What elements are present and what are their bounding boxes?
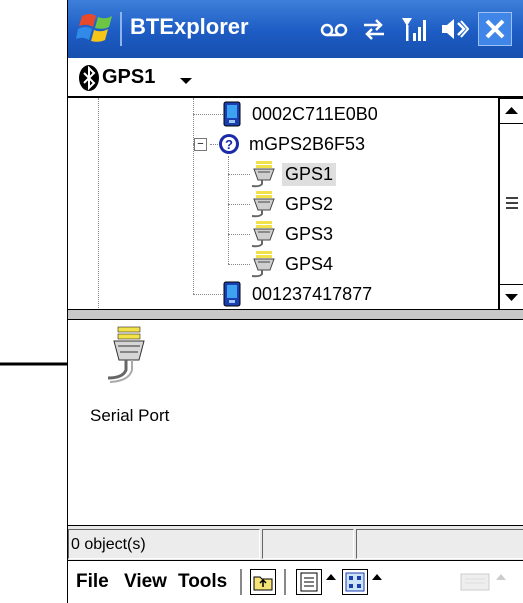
serial-port-icon: [251, 161, 275, 188]
menu-bar: File View Tools: [68, 561, 523, 603]
tree-item-device[interactable]: 001237417877: [223, 280, 375, 308]
tree-line: [228, 174, 250, 175]
status-cell-empty: [356, 529, 523, 559]
up-folder-icon: [253, 576, 273, 591]
pda-device-icon: [223, 101, 241, 127]
content-pane[interactable]: Serial Port: [68, 320, 523, 525]
tree-item-label: GPS3: [285, 223, 334, 244]
scroll-up-button[interactable]: [499, 98, 523, 124]
tree-item-label: GPS1: [282, 162, 337, 186]
pda-device-icon: [223, 281, 241, 307]
device-tree[interactable]: 0002C711E0B0 − ? mGPS2B6F53 GPS1 GPS2 GP…: [68, 98, 523, 310]
keyboard-icon[interactable]: [460, 571, 490, 593]
tree-line: [228, 264, 250, 265]
close-icon: [485, 19, 505, 39]
title-bar: BTExplorer: [68, 0, 523, 58]
pane-splitter[interactable]: [68, 310, 523, 320]
windows-flag-icon[interactable]: [76, 10, 116, 48]
tree-line: [193, 114, 223, 115]
selected-device-label: GPS1: [102, 66, 156, 88]
serial-port-icon: [107, 326, 145, 383]
menu-separator: [284, 569, 286, 595]
tree-item-port[interactable]: GPS3: [250, 220, 336, 248]
serial-port-label: Serial Port: [90, 406, 170, 425]
tree-item-label: GPS2: [285, 193, 334, 214]
signal-icon[interactable]: [398, 13, 430, 45]
status-icons: [318, 10, 470, 48]
chevron-down-icon[interactable]: [180, 78, 192, 84]
grip-icon: [506, 197, 518, 209]
scroll-thumb[interactable]: [499, 124, 523, 284]
app-window: BTExplorer GPS1 0002C711E0B0 − ? mGPS2B6…: [67, 0, 523, 603]
voicemail-icon[interactable]: [318, 13, 350, 45]
caret-up-icon[interactable]: [372, 574, 382, 580]
serial-port-icon: [251, 191, 275, 218]
tree-item-device[interactable]: 0002C711E0B0: [223, 100, 381, 128]
tree-line: [98, 98, 99, 309]
status-bar: 0 object(s): [68, 525, 523, 561]
up-folder-button[interactable]: [250, 569, 276, 595]
bluetooth-icon: [79, 65, 99, 91]
object-count: 0 object(s): [68, 529, 260, 559]
details-view-button[interactable]: [296, 569, 322, 595]
tree-line: [228, 204, 250, 205]
tree-item-label: GPS4: [285, 253, 334, 274]
menu-view[interactable]: View: [124, 571, 167, 593]
caret-up-icon[interactable]: [496, 574, 506, 580]
tree-scrollbar[interactable]: [498, 98, 523, 309]
tree-line: [210, 144, 218, 145]
tree-item-port[interactable]: GPS2: [250, 190, 336, 218]
tree-item-label: 001237417877: [252, 283, 373, 304]
app-title: BTExplorer: [130, 14, 249, 39]
tree-item-port[interactable]: GPS1: [250, 160, 337, 188]
menu-file[interactable]: File: [76, 571, 109, 593]
tree-item-device[interactable]: ? mGPS2B6F53: [218, 130, 368, 158]
collapse-icon[interactable]: −: [194, 138, 207, 151]
serial-port-icon: [251, 251, 275, 278]
scroll-down-button[interactable]: [499, 284, 523, 309]
grid-view-icon: [345, 572, 365, 592]
caret-up-icon[interactable]: [326, 574, 336, 580]
tree-item-label: mGPS2B6F53: [249, 133, 366, 154]
menu-separator: [240, 569, 242, 595]
menu-tools[interactable]: Tools: [178, 571, 227, 593]
status-cell-empty: [262, 529, 354, 559]
tree-line: [193, 294, 223, 295]
device-selector[interactable]: GPS1: [68, 58, 523, 98]
svg-text:?: ?: [225, 137, 233, 152]
triangle-down-icon: [505, 294, 518, 301]
tree-line: [193, 98, 194, 294]
list-view-icon: [300, 572, 318, 592]
tree-item-port[interactable]: GPS4: [250, 250, 336, 278]
icon-view-button[interactable]: [342, 569, 368, 595]
sync-icon[interactable]: [358, 13, 390, 45]
question-device-icon: ?: [219, 134, 239, 154]
tree-line: [228, 234, 250, 235]
serial-port-icon: [251, 221, 275, 248]
tree-item-label: 0002C711E0B0: [252, 103, 378, 124]
speaker-icon[interactable]: [438, 13, 470, 45]
triangle-up-icon: [505, 107, 518, 114]
title-separator: [120, 12, 122, 46]
close-button[interactable]: [478, 12, 512, 46]
serial-port-item[interactable]: Serial Port: [76, 326, 176, 426]
tree-line: [228, 156, 229, 264]
